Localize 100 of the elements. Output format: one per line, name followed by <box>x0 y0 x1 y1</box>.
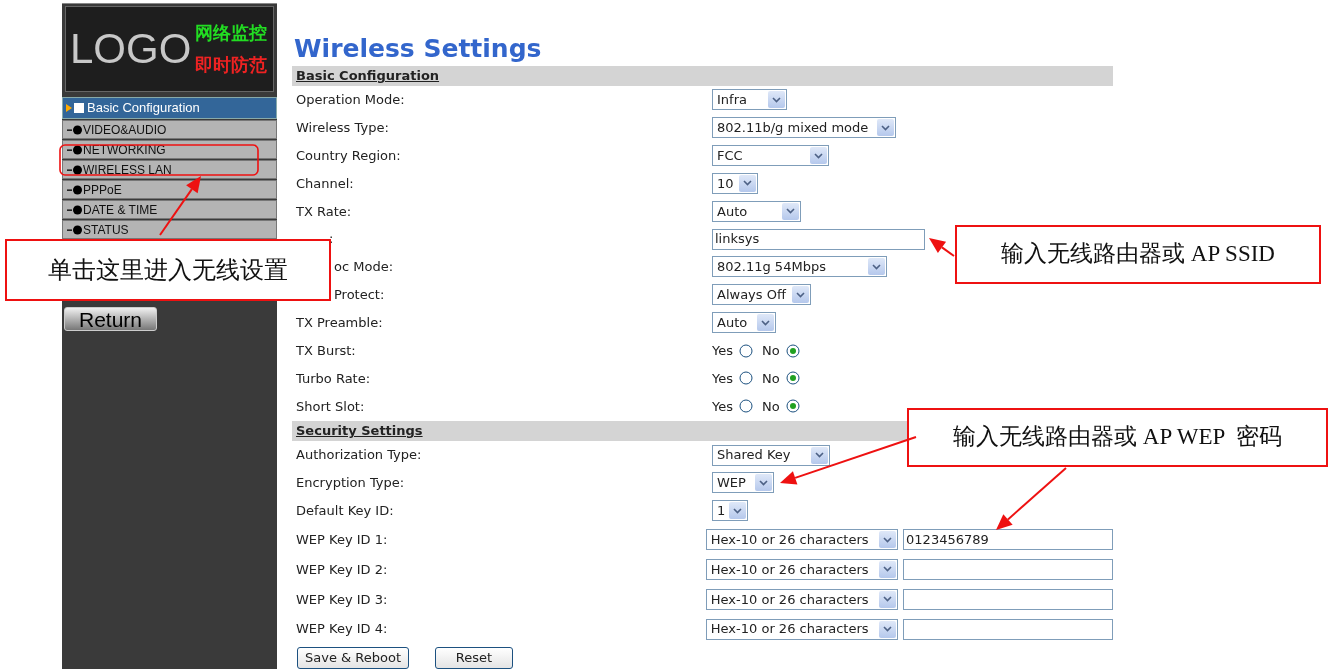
reset-button[interactable]: Reset <box>435 647 513 669</box>
logo-tagline: 即时防范 <box>195 56 268 74</box>
dropdown[interactable]: Auto <box>712 312 776 334</box>
bullet-icon <box>65 123 83 136</box>
radio-button[interactable] <box>739 343 753 358</box>
radio-label: No <box>762 341 780 360</box>
dropdown[interactable]: Hex-10 or 26 characters <box>705 618 899 640</box>
field-label: oc Mode: <box>334 258 394 277</box>
arrow <box>929 238 955 257</box>
dropdown[interactable]: Hex-10 or 26 characters <box>705 588 899 610</box>
field-label: Channel: <box>296 174 354 193</box>
chevron-down-icon <box>872 263 881 270</box>
dropdown[interactable]: WEP <box>712 472 774 494</box>
menu-label: PPPoE <box>83 181 122 199</box>
triangle-icon <box>65 103 73 113</box>
logo-tagline: 网络监控 <box>195 24 268 42</box>
dropdown[interactable]: Hex-10 or 26 characters <box>705 529 899 551</box>
logo-text: LOGO <box>70 28 192 70</box>
field-label: TX Preamble: <box>296 313 383 332</box>
radio-label: Yes <box>712 397 733 416</box>
dropdown[interactable]: 1 <box>712 500 748 522</box>
field-label: TX Rate: <box>296 202 352 221</box>
chevron-down-icon <box>733 507 743 514</box>
chevron-down-icon <box>743 180 752 187</box>
chevron-down-icon <box>814 152 823 159</box>
dropdown[interactable]: Shared Key <box>712 444 830 466</box>
radio-label: No <box>762 369 780 388</box>
section-heading: Security Settings <box>296 422 423 441</box>
radio-button[interactable] <box>785 399 800 414</box>
bullet-icon <box>65 143 83 156</box>
bullet-icon <box>65 163 83 176</box>
bullet-icon <box>65 183 83 196</box>
input-field[interactable] <box>903 618 1113 640</box>
menu-item[interactable]: WIRELESS LAN <box>62 160 277 179</box>
dropdown[interactable]: Auto <box>712 200 801 222</box>
arrow <box>996 467 1067 530</box>
dropdown[interactable]: 10 <box>712 172 758 194</box>
input-field[interactable] <box>903 588 1113 610</box>
field-label: TX Burst: <box>296 341 356 360</box>
dropdown[interactable]: FCC <box>712 145 829 167</box>
field-label: Operation Mode: <box>296 91 405 110</box>
menu-item[interactable]: Basic Configuration <box>62 97 277 119</box>
radio-label: Yes <box>712 369 733 388</box>
field-label: Country Region: <box>296 146 401 165</box>
dropdown[interactable]: 802.11b/g mixed mode <box>712 117 896 139</box>
bullet-icon <box>65 203 83 216</box>
menu-item[interactable]: DATE & TIME <box>62 200 277 219</box>
dropdown[interactable]: Infra <box>712 89 787 111</box>
square-icon <box>73 102 85 114</box>
chevron-down-icon <box>883 566 893 573</box>
field-label: WEP Key ID 1: <box>296 530 388 549</box>
menu-label: Basic Configuration <box>87 99 200 118</box>
chevron-down-icon <box>772 96 781 103</box>
field-label: Default Key ID: <box>296 502 394 520</box>
chevron-down-icon <box>883 626 893 633</box>
radio-button[interactable] <box>739 399 753 414</box>
menu-label: STATUS <box>83 221 129 239</box>
radio-button[interactable] <box>785 371 800 386</box>
menu-item[interactable]: STATUS <box>62 220 277 239</box>
radio-button[interactable] <box>739 371 753 386</box>
radio-button[interactable] <box>785 343 800 358</box>
menu-label: VIDEO&AUDIO <box>83 121 167 139</box>
callout-box: 单击这里进入无线设置 <box>5 239 331 301</box>
save-button[interactable]: Save & Reboot <box>297 647 409 669</box>
dropdown[interactable]: Hex-10 or 26 characters <box>705 558 899 580</box>
field-label: WEP Key ID 4: <box>296 620 388 639</box>
menu-label: NETWORKING <box>83 141 166 159</box>
bullet-icon <box>65 223 83 236</box>
section-heading: Basic Configuration <box>296 67 440 86</box>
input-field[interactable]: 0123456789 <box>903 529 1113 551</box>
field-label: Short Slot: <box>296 397 365 416</box>
menu-item[interactable]: VIDEO&AUDIO <box>62 120 277 139</box>
menu-item[interactable]: NETWORKING <box>62 140 277 159</box>
field-label: Wireless Type: <box>296 118 389 137</box>
chevron-down-icon <box>883 536 893 543</box>
radio-label: Yes <box>712 341 733 360</box>
chevron-down-icon <box>796 291 805 298</box>
return-button[interactable]: Return <box>64 307 157 331</box>
chevron-down-icon <box>815 452 824 458</box>
menu-label: WIRELESS LAN <box>83 161 172 179</box>
chevron-down-icon <box>759 479 768 486</box>
callout-box: 输入无线路由器或 AP SSID <box>955 225 1321 284</box>
field-label: Turbo Rate: <box>296 369 371 388</box>
dropdown[interactable]: 802.11g 54Mbps <box>712 256 887 278</box>
field-label: : <box>329 230 334 249</box>
input-field[interactable]: linksys <box>712 228 925 250</box>
field-label: Protect: <box>334 286 385 305</box>
field-label: Encryption Type: <box>296 474 405 493</box>
chevron-down-icon <box>881 124 890 131</box>
menu-item[interactable]: PPPoE <box>62 180 277 199</box>
chevron-down-icon <box>883 596 893 603</box>
field-label: WEP Key ID 3: <box>296 590 388 609</box>
radio-label: No <box>762 397 780 416</box>
dropdown[interactable]: Always Off <box>712 284 811 306</box>
chevron-down-icon <box>786 208 795 215</box>
field-label: Authorization Type: <box>296 446 422 465</box>
chevron-down-icon <box>761 319 770 326</box>
input-field[interactable] <box>903 558 1113 580</box>
page-title: Wireless Settings <box>293 36 543 61</box>
menu-label: DATE & TIME <box>83 201 158 219</box>
